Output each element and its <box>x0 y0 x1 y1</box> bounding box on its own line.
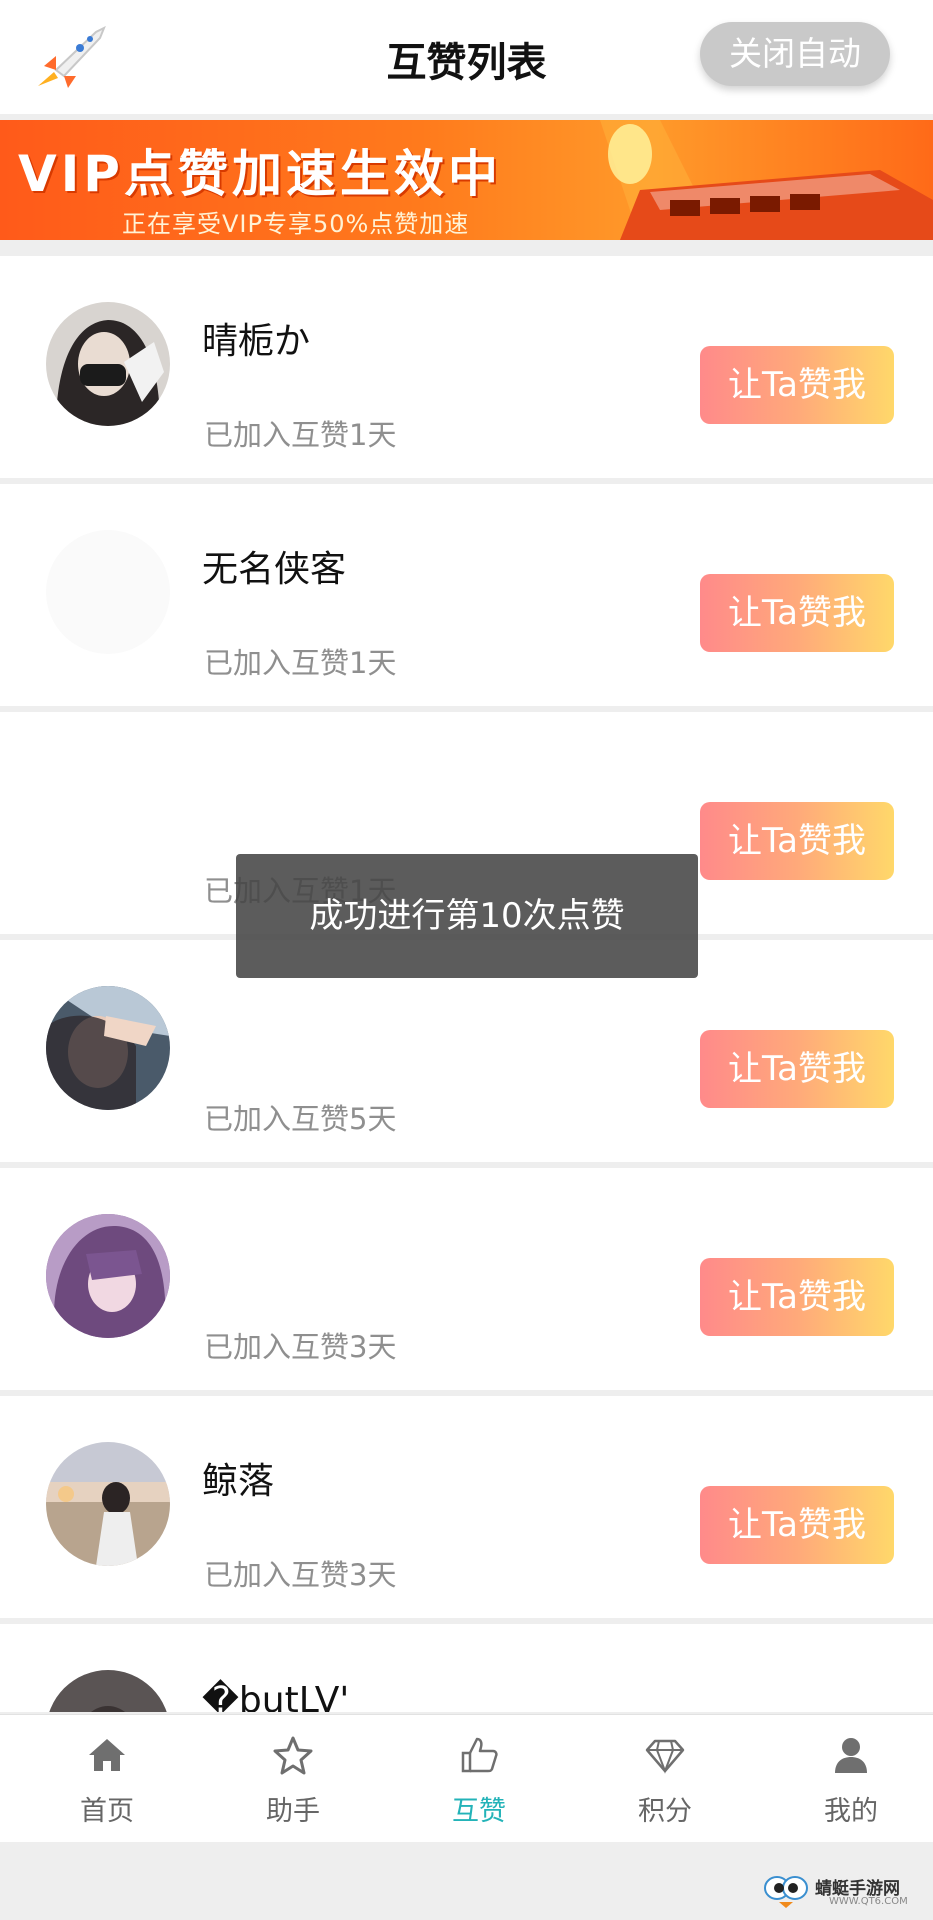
joined-days: 已加入互赞3天 <box>204 1558 397 1592</box>
like-me-button[interactable]: 让Ta赞我 <box>700 802 894 880</box>
joined-days: 已加入互赞1天 <box>204 646 397 680</box>
nav-item-mine[interactable]: 我的 <box>758 1715 933 1843</box>
avatar[interactable] <box>46 1214 170 1338</box>
list-item: 无名侠客 已加入互赞1天 让Ta赞我 <box>0 484 933 706</box>
nav-item-assistant[interactable]: 助手 <box>200 1715 386 1843</box>
nav-label: 首页 <box>80 1796 134 1827</box>
avatar[interactable] <box>46 302 170 426</box>
home-icon <box>89 1739 125 1771</box>
nav-label: 我的 <box>824 1796 878 1827</box>
joined-days: 已加入互赞5天 <box>204 1102 397 1136</box>
nav-item-points[interactable]: 积分 <box>572 1715 758 1843</box>
like-me-button[interactable]: 让Ta赞我 <box>700 346 894 424</box>
diamond-icon <box>645 1739 685 1774</box>
avatar[interactable] <box>46 1670 170 1712</box>
nav-label: 积分 <box>638 1796 692 1827</box>
watermark: 蜻蜓手游网 WWW.QT6.COM <box>763 1872 923 1912</box>
banner-subtitle: 正在享受VIP专享50%点赞加速 <box>122 210 470 238</box>
joined-days: 已加入互赞1天 <box>204 418 397 452</box>
avatar[interactable] <box>46 986 170 1110</box>
vip-banner[interactable]: VIP点赞加速生效中 正在享受VIP专享50%点赞加速 <box>0 120 933 240</box>
dragonfly-logo-icon <box>764 1876 808 1908</box>
avatar[interactable] <box>46 530 170 654</box>
list-item: �butLV' <box>0 1624 933 1712</box>
watermark-url: WWW.QT6.COM <box>829 1896 908 1907</box>
star-icon <box>273 1736 313 1775</box>
close-auto-button[interactable]: 关闭自动 <box>700 22 890 86</box>
like-me-button[interactable]: 让Ta赞我 <box>700 1030 894 1108</box>
banner-title: VIP点赞加速生效中 <box>18 145 502 203</box>
like-me-button[interactable]: 让Ta赞我 <box>700 1486 894 1564</box>
nav-label: 助手 <box>266 1796 320 1827</box>
app-header: 互赞列表 关闭自动 <box>0 0 933 114</box>
user-name: �butLV' <box>202 1680 350 1712</box>
nav-label: 互赞 <box>452 1796 506 1827</box>
like-me-button[interactable]: 让Ta赞我 <box>700 574 894 652</box>
list-item: 已加入互赞3天 让Ta赞我 <box>0 1168 933 1390</box>
user-name: 无名侠客 <box>202 549 347 590</box>
like-me-button[interactable]: 让Ta赞我 <box>700 1258 894 1336</box>
bottom-nav: 首页 助手 互赞 积分 我的 <box>0 1714 933 1842</box>
user-icon <box>835 1738 867 1773</box>
avatar[interactable] <box>46 1442 170 1566</box>
thumbs-up-icon <box>461 1737 498 1773</box>
user-name: 晴栀か <box>202 321 311 362</box>
joined-days: 已加入互赞3天 <box>204 1330 397 1364</box>
toast-message: 成功进行第10次点赞 <box>236 854 698 978</box>
list-item: 鲸落 已加入互赞3天 让Ta赞我 <box>0 1396 933 1618</box>
train-illustration-icon <box>600 120 933 240</box>
nav-item-home[interactable]: 首页 <box>14 1715 200 1843</box>
user-name: 鲸落 <box>202 1461 275 1502</box>
mutual-like-list: 晴栀か 已加入互赞1天 让Ta赞我 无名侠客 已加入互赞1天 让Ta赞我 已加入… <box>0 256 933 1712</box>
list-item: 晴栀か 已加入互赞1天 让Ta赞我 <box>0 256 933 478</box>
nav-item-mutual-like[interactable]: 互赞 <box>386 1715 572 1843</box>
